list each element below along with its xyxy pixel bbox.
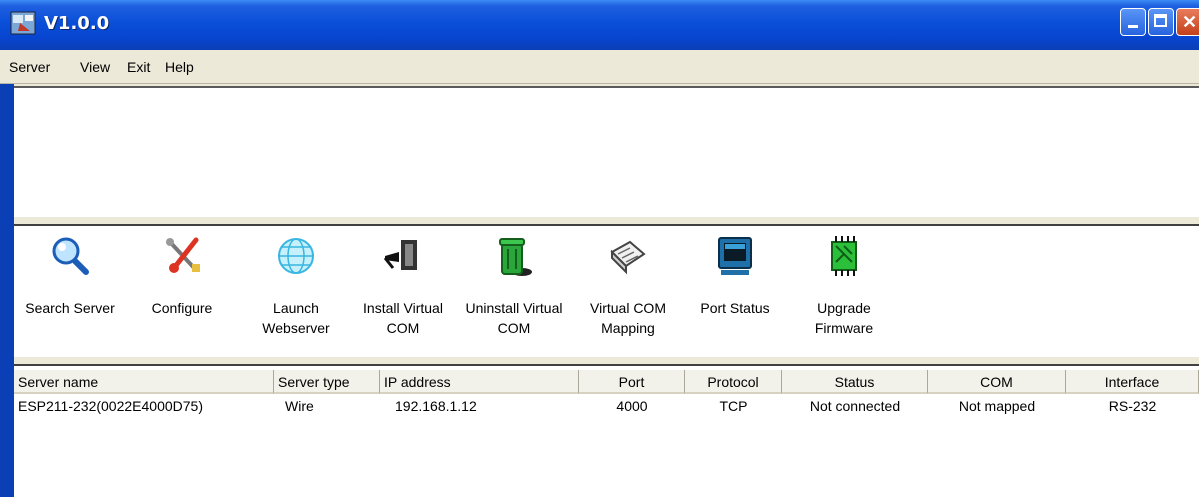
close-icon: ✕	[1182, 12, 1198, 32]
minimize-button[interactable]	[1120, 8, 1146, 36]
network-app-icon	[10, 11, 36, 35]
upgrade-firmware-label: Upgrade Firmware	[814, 300, 874, 336]
port-status-label: Port Status	[700, 300, 770, 316]
window-title: V1.0.0	[44, 13, 110, 34]
close-button[interactable]: ✕	[1176, 8, 1199, 36]
cell-com: Not mapped	[958, 398, 1036, 414]
globe-icon	[278, 238, 314, 274]
map-scroll-icon	[610, 240, 646, 275]
maximize-button[interactable]	[1148, 8, 1174, 36]
table-header: Server name Server type IP address Port …	[14, 370, 1199, 394]
menu-help[interactable]: Help	[165, 59, 194, 75]
server-table: Server name Server type IP address Port …	[14, 366, 1199, 497]
minimize-icon	[1128, 25, 1138, 28]
install-virtual-com-label: Install Virtual COM	[363, 300, 443, 336]
magnifier-icon	[52, 237, 89, 275]
column-server-type[interactable]: Server type	[274, 370, 380, 394]
cell-server-name: ESP211-232(0022E4000D75)	[18, 398, 203, 414]
configure-label: Configure	[151, 300, 213, 316]
tools-icon	[166, 237, 200, 273]
panel-splitter[interactable]	[14, 216, 1199, 226]
menu-bar: Server View Exit Help	[0, 50, 1199, 84]
cell-status: Not connected	[809, 398, 901, 414]
log-panel[interactable]	[14, 86, 1199, 216]
panel-splitter-lower[interactable]	[14, 356, 1199, 366]
launch-webserver-label: Launch Webserver	[262, 300, 330, 336]
cell-server-type: Wire	[285, 398, 314, 414]
maximize-icon	[1154, 14, 1167, 27]
monitor-icon	[718, 237, 752, 275]
column-com[interactable]: COM	[928, 370, 1066, 394]
window-left-border	[0, 84, 14, 497]
recycle-bin-icon	[499, 238, 532, 276]
chip-icon	[831, 236, 857, 276]
column-status[interactable]: Status	[782, 370, 928, 394]
menu-view[interactable]: View	[80, 59, 110, 75]
title-bar[interactable]: V1.0.0 ✕	[0, 0, 1199, 50]
search-server-label: Search Server	[25, 300, 115, 316]
uninstall-virtual-com-label: Uninstall Virtual COM	[465, 300, 563, 336]
cell-port: 4000	[616, 398, 648, 414]
menu-exit[interactable]: Exit	[127, 59, 150, 75]
cell-interface: RS-232	[1108, 398, 1157, 414]
column-interface[interactable]: Interface	[1066, 370, 1199, 394]
column-ip-address[interactable]: IP address	[380, 370, 579, 394]
column-server-name[interactable]: Server name	[14, 370, 274, 394]
cell-ip-address: 192.168.1.12	[395, 398, 477, 414]
toolbar: Search Server Configure Launch Webserver	[14, 226, 1199, 356]
column-port[interactable]: Port	[579, 370, 685, 394]
cell-protocol: TCP	[719, 398, 748, 414]
menu-server[interactable]: Server	[9, 59, 50, 75]
install-plug-icon	[383, 240, 417, 270]
column-protocol[interactable]: Protocol	[685, 370, 782, 394]
virtual-com-mapping-label: Virtual COM Mapping	[590, 300, 666, 336]
